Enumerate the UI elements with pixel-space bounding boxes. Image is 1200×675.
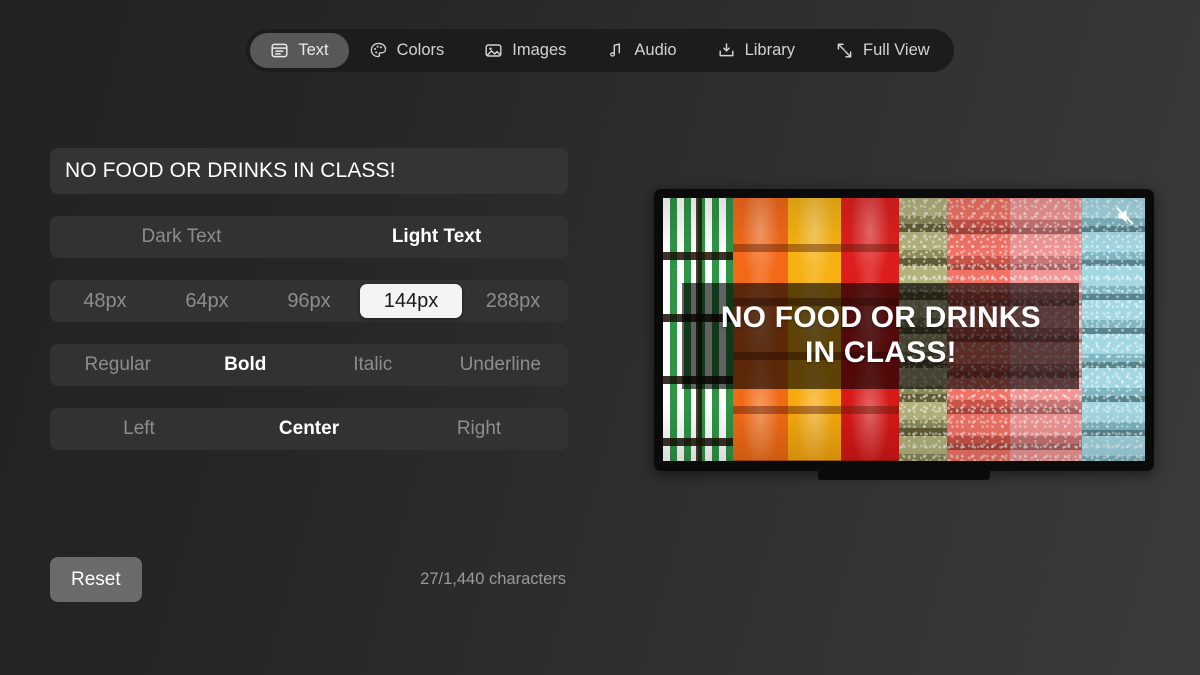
toolbar: Text Colors Images Audio Library Full Vi…: [0, 29, 1200, 72]
font-style-option-italic[interactable]: Italic: [309, 348, 437, 382]
tv-bezel: NO FOOD OR DRINKS IN CLASS!: [654, 189, 1154, 471]
tab-text-label: Text: [298, 41, 329, 59]
tab-full-view[interactable]: Full View: [815, 33, 950, 68]
preview-caption-line-1: NO FOOD OR DRINKS: [720, 301, 1041, 335]
alignment-option-center-label: Center: [278, 418, 340, 439]
download-tray-icon: [717, 41, 736, 60]
tab-bar: Text Colors Images Audio Library Full Vi…: [246, 29, 954, 72]
tab-images-label: Images: [512, 41, 567, 59]
tab-audio-label: Audio: [634, 41, 677, 59]
font-size-option-144[interactable]: 144px: [360, 284, 462, 318]
speaker-muted-icon[interactable]: [1114, 205, 1136, 227]
character-counter: 27/1,440 characters: [420, 570, 566, 588]
theme-option-light-text[interactable]: Light Text: [309, 220, 564, 254]
tab-library-label: Library: [744, 41, 796, 59]
tab-text[interactable]: Text: [250, 33, 349, 68]
font-style-option-bold-label: Bold: [224, 354, 267, 375]
font-size-option-48[interactable]: 48px: [54, 284, 156, 318]
font-size-option-288[interactable]: 288px: [462, 284, 564, 318]
font-style-option-underline[interactable]: Underline: [437, 348, 565, 382]
font-size-option-288-label: 288px: [485, 289, 541, 312]
tab-images[interactable]: Images: [464, 33, 586, 68]
theme-segmented-control: Dark Text Light Text: [50, 216, 568, 258]
tv-stand: [818, 471, 990, 480]
tab-colors-label: Colors: [396, 41, 445, 59]
preview-display[interactable]: NO FOOD OR DRINKS IN CLASS!: [654, 189, 1154, 480]
message-input-value: NO FOOD OR DRINKS IN CLASS!: [65, 159, 396, 182]
font-style-option-regular-label: Regular: [84, 354, 152, 375]
text-controls-panel: NO FOOD OR DRINKS IN CLASS! Dark Text Li…: [50, 148, 568, 450]
font-style-segmented-control: Regular Bold Italic Underline: [50, 344, 568, 386]
font-size-option-48-label: 48px: [83, 289, 127, 312]
alignment-option-right[interactable]: Right: [394, 412, 564, 446]
reset-button[interactable]: Reset: [50, 557, 142, 602]
tab-colors[interactable]: Colors: [349, 33, 465, 68]
font-style-option-bold[interactable]: Bold: [182, 348, 310, 382]
font-style-option-regular[interactable]: Regular: [54, 348, 182, 382]
photo-icon: [484, 41, 503, 60]
font-size-option-144-label: 144px: [383, 289, 439, 312]
font-size-option-96[interactable]: 96px: [258, 284, 360, 318]
music-note-icon: [606, 41, 625, 60]
panel-footer: Reset 27/1,440 characters: [50, 557, 568, 602]
alignment-option-center[interactable]: Center: [224, 412, 394, 446]
expand-arrows-icon: [835, 41, 854, 60]
theme-option-dark-text[interactable]: Dark Text: [54, 220, 309, 254]
theme-option-dark-text-label: Dark Text: [141, 226, 222, 247]
alignment-option-left[interactable]: Left: [54, 412, 224, 446]
tab-full-view-label: Full View: [863, 41, 930, 59]
font-style-option-underline-label: Underline: [459, 354, 541, 375]
text-document-icon: [270, 41, 289, 60]
font-style-option-italic-label: Italic: [353, 354, 393, 375]
tab-audio[interactable]: Audio: [586, 33, 696, 68]
tab-library[interactable]: Library: [697, 33, 815, 68]
alignment-segmented-control: Left Center Right: [50, 408, 568, 450]
message-input[interactable]: NO FOOD OR DRINKS IN CLASS!: [50, 148, 568, 194]
font-size-option-96-label: 96px: [287, 289, 331, 312]
palette-icon: [369, 41, 388, 60]
alignment-option-right-label: Right: [456, 418, 502, 439]
preview-caption-overlay: NO FOOD OR DRINKS IN CLASS!: [682, 282, 1080, 389]
preview-caption-line-2: IN CLASS!: [804, 335, 957, 369]
theme-option-light-text-label: Light Text: [391, 226, 482, 247]
alignment-option-left-label: Left: [123, 418, 155, 439]
tv-screen: NO FOOD OR DRINKS IN CLASS!: [663, 198, 1145, 461]
font-size-option-64-label: 64px: [185, 289, 229, 312]
font-size-segmented-control: 48px 64px 96px 144px 288px: [50, 280, 568, 322]
candy-band-blue: [1082, 198, 1145, 461]
font-size-option-64[interactable]: 64px: [156, 284, 258, 318]
preview-caption-text: NO FOOD OR DRINKS IN CLASS!: [721, 301, 1041, 369]
